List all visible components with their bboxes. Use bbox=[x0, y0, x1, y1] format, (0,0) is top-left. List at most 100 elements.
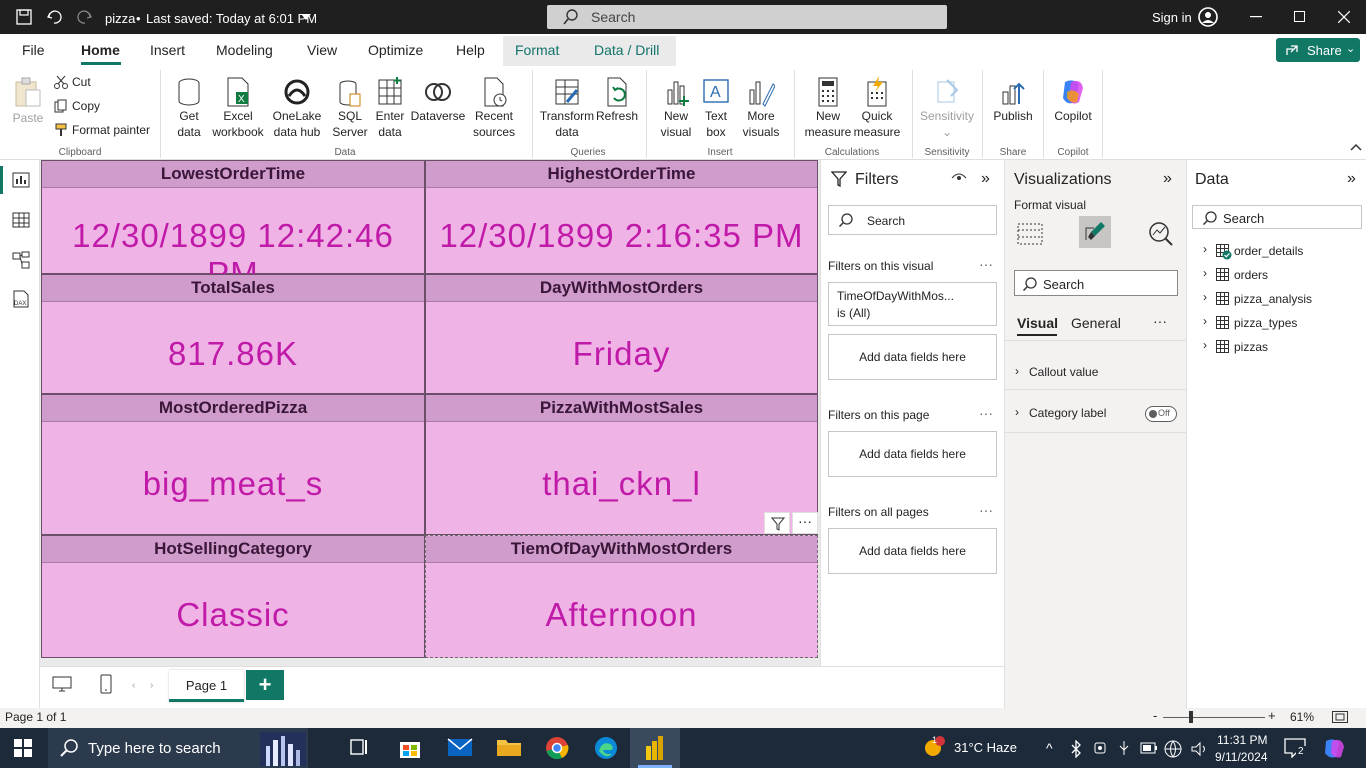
undo-icon[interactable] bbox=[46, 9, 62, 25]
tab-page-1[interactable]: Page 1 bbox=[169, 670, 244, 702]
zoom-slider-track[interactable] bbox=[1163, 717, 1265, 718]
more-visuals-button[interactable]: More visuals bbox=[736, 76, 786, 140]
chrome-icon[interactable] bbox=[545, 736, 571, 760]
fit-to-page-icon[interactable] bbox=[1332, 711, 1348, 723]
callout-value-section[interactable]: Callout value bbox=[1029, 365, 1098, 379]
microsoft-store-icon[interactable] bbox=[398, 736, 424, 760]
build-visual-icon[interactable] bbox=[1017, 222, 1043, 246]
saved-status[interactable]: Last saved: Today at 6:01 PM bbox=[146, 11, 317, 26]
clock-time[interactable]: 11:31 PM bbox=[1217, 733, 1267, 747]
tab-modeling[interactable]: Modeling bbox=[216, 42, 273, 58]
file-explorer-icon[interactable] bbox=[496, 736, 522, 760]
global-search-input[interactable]: Search bbox=[547, 5, 947, 29]
bluetooth-icon[interactable] bbox=[1070, 740, 1082, 758]
tab-file[interactable]: File bbox=[22, 42, 45, 58]
copilot-taskbar-icon[interactable] bbox=[1322, 737, 1346, 759]
tab-format[interactable]: Format bbox=[515, 42, 559, 58]
quick-measure-button[interactable]: Quick measure bbox=[852, 76, 902, 140]
card-highest-order-time[interactable]: HighestOrderTime 12/30/1899 2:16:35 PM bbox=[425, 160, 818, 274]
eye-icon[interactable] bbox=[951, 172, 967, 184]
text-box-button[interactable]: A Text box bbox=[698, 76, 734, 140]
copy-button[interactable]: Copy bbox=[72, 99, 100, 113]
publish-button[interactable]: Publish bbox=[990, 76, 1036, 124]
collapse-filters-icon[interactable]: » bbox=[981, 170, 990, 188]
table-item-pizzas[interactable]: › pizzas bbox=[1187, 338, 1366, 358]
collapse-ribbon-icon[interactable] bbox=[1350, 143, 1362, 151]
refresh-button[interactable]: Refresh bbox=[596, 76, 638, 124]
table-item-pizza-analysis[interactable]: › pizza_analysis bbox=[1187, 290, 1366, 310]
weather-text[interactable]: 31°C Haze bbox=[954, 740, 1017, 755]
table-item-pizza-types[interactable]: › pizza_types bbox=[1187, 314, 1366, 334]
dax-query-view-icon[interactable]: DAX bbox=[11, 290, 31, 308]
visualizations-search-input[interactable]: Search bbox=[1014, 270, 1178, 296]
tab-insert[interactable]: Insert bbox=[150, 42, 185, 58]
desktop-layout-icon[interactable] bbox=[52, 676, 72, 692]
report-view-icon[interactable] bbox=[12, 172, 30, 188]
volume-icon[interactable] bbox=[1190, 740, 1208, 758]
task-view-icon[interactable] bbox=[348, 736, 374, 760]
excel-workbook-button[interactable]: X Excel workbook bbox=[210, 76, 266, 140]
next-page-icon[interactable]: › bbox=[150, 680, 153, 691]
zoom-in-button[interactable]: + bbox=[1268, 708, 1276, 723]
more-options-icon[interactable]: ··· bbox=[979, 405, 993, 421]
usb-icon[interactable] bbox=[1116, 740, 1132, 756]
visual-filter-button[interactable] bbox=[764, 512, 790, 534]
taskbar-search-box[interactable]: Type here to search bbox=[48, 728, 308, 768]
network-icon[interactable] bbox=[1164, 740, 1182, 758]
filters-search-input[interactable]: Search bbox=[828, 205, 997, 235]
card-most-ordered-pizza[interactable]: MostOrderedPizza big_meat_s bbox=[41, 394, 425, 535]
new-measure-button[interactable]: New measure bbox=[804, 76, 852, 140]
dataverse-button[interactable]: Dataverse bbox=[410, 76, 466, 124]
get-data-button[interactable]: Get data bbox=[168, 76, 210, 140]
tab-data-drill[interactable]: Data / Drill bbox=[594, 42, 659, 58]
card-time-of-day-with-most-orders[interactable]: TiemOfDayWithMostOrders Afternoon bbox=[425, 535, 818, 658]
more-options-icon[interactable]: ··· bbox=[979, 256, 993, 272]
battery-icon[interactable] bbox=[1140, 742, 1158, 754]
recent-sources-button[interactable]: Recent sources bbox=[466, 76, 522, 140]
category-label-section[interactable]: Category label bbox=[1029, 406, 1106, 420]
analytics-icon[interactable] bbox=[1148, 221, 1174, 247]
copilot-button[interactable]: Copilot bbox=[1048, 76, 1098, 124]
zoom-slider-thumb[interactable] bbox=[1189, 711, 1193, 723]
format-visual-tab[interactable] bbox=[1079, 216, 1111, 248]
tab-optimize[interactable]: Optimize bbox=[368, 42, 423, 58]
onelake-data-hub-button[interactable]: OneLake data hub bbox=[266, 76, 328, 140]
sign-in-link[interactable]: Sign in bbox=[1152, 10, 1192, 25]
mobile-layout-icon[interactable] bbox=[100, 674, 112, 694]
mail-icon[interactable] bbox=[447, 736, 473, 760]
more-options-icon[interactable]: ··· bbox=[1153, 313, 1167, 329]
table-view-icon[interactable] bbox=[12, 212, 30, 228]
table-item-order-details[interactable]: › order_details bbox=[1187, 242, 1366, 262]
minimize-icon[interactable] bbox=[1250, 16, 1262, 18]
data-search-input[interactable]: Search bbox=[1192, 205, 1362, 229]
tab-view[interactable]: View bbox=[307, 42, 337, 58]
tab-visual[interactable]: Visual bbox=[1017, 315, 1058, 331]
add-data-fields-all-pages[interactable]: Add data fields here bbox=[828, 528, 997, 574]
save-icon[interactable] bbox=[16, 9, 32, 25]
add-data-fields-page[interactable]: Add data fields here bbox=[828, 431, 997, 477]
account-icon[interactable] bbox=[1198, 7, 1218, 27]
add-page-button[interactable]: + bbox=[246, 670, 284, 700]
edge-icon[interactable] bbox=[594, 736, 620, 760]
tab-general[interactable]: General bbox=[1071, 315, 1121, 331]
power-bi-taskbar-button[interactable] bbox=[630, 728, 680, 768]
sql-server-button[interactable]: SQL Server bbox=[330, 76, 370, 140]
tab-home[interactable]: Home bbox=[81, 42, 120, 58]
add-data-fields-visual[interactable]: Add data fields here bbox=[828, 334, 997, 380]
filter-card-time-of-day[interactable]: TimeOfDayWithMos... is (All) bbox=[828, 282, 997, 326]
tab-help[interactable]: Help bbox=[456, 42, 485, 58]
card-pizza-with-most-sales[interactable]: PizzaWithMostSales thai_ckn_l bbox=[425, 394, 818, 535]
visual-more-options-button[interactable]: ··· bbox=[792, 512, 818, 534]
card-lowest-order-time[interactable]: LowestOrderTime 12/30/1899 12:42:46 PM bbox=[41, 160, 425, 292]
chevron-down-icon[interactable] bbox=[301, 14, 311, 20]
chevron-up-icon[interactable]: ^ bbox=[1046, 740, 1053, 756]
format-painter-button[interactable]: Format painter bbox=[72, 123, 150, 137]
model-view-icon[interactable] bbox=[12, 251, 30, 269]
close-icon[interactable] bbox=[1338, 11, 1350, 23]
clock-date[interactable]: 9/11/2024 bbox=[1215, 750, 1268, 764]
collapse-visualizations-icon[interactable]: » bbox=[1163, 170, 1172, 188]
card-day-with-most-orders[interactable]: DayWithMostOrders Friday bbox=[425, 274, 818, 394]
transform-data-button[interactable]: Transform data bbox=[538, 76, 596, 140]
windows-start-icon[interactable] bbox=[14, 739, 32, 757]
prev-page-icon[interactable]: ‹ bbox=[132, 680, 135, 691]
